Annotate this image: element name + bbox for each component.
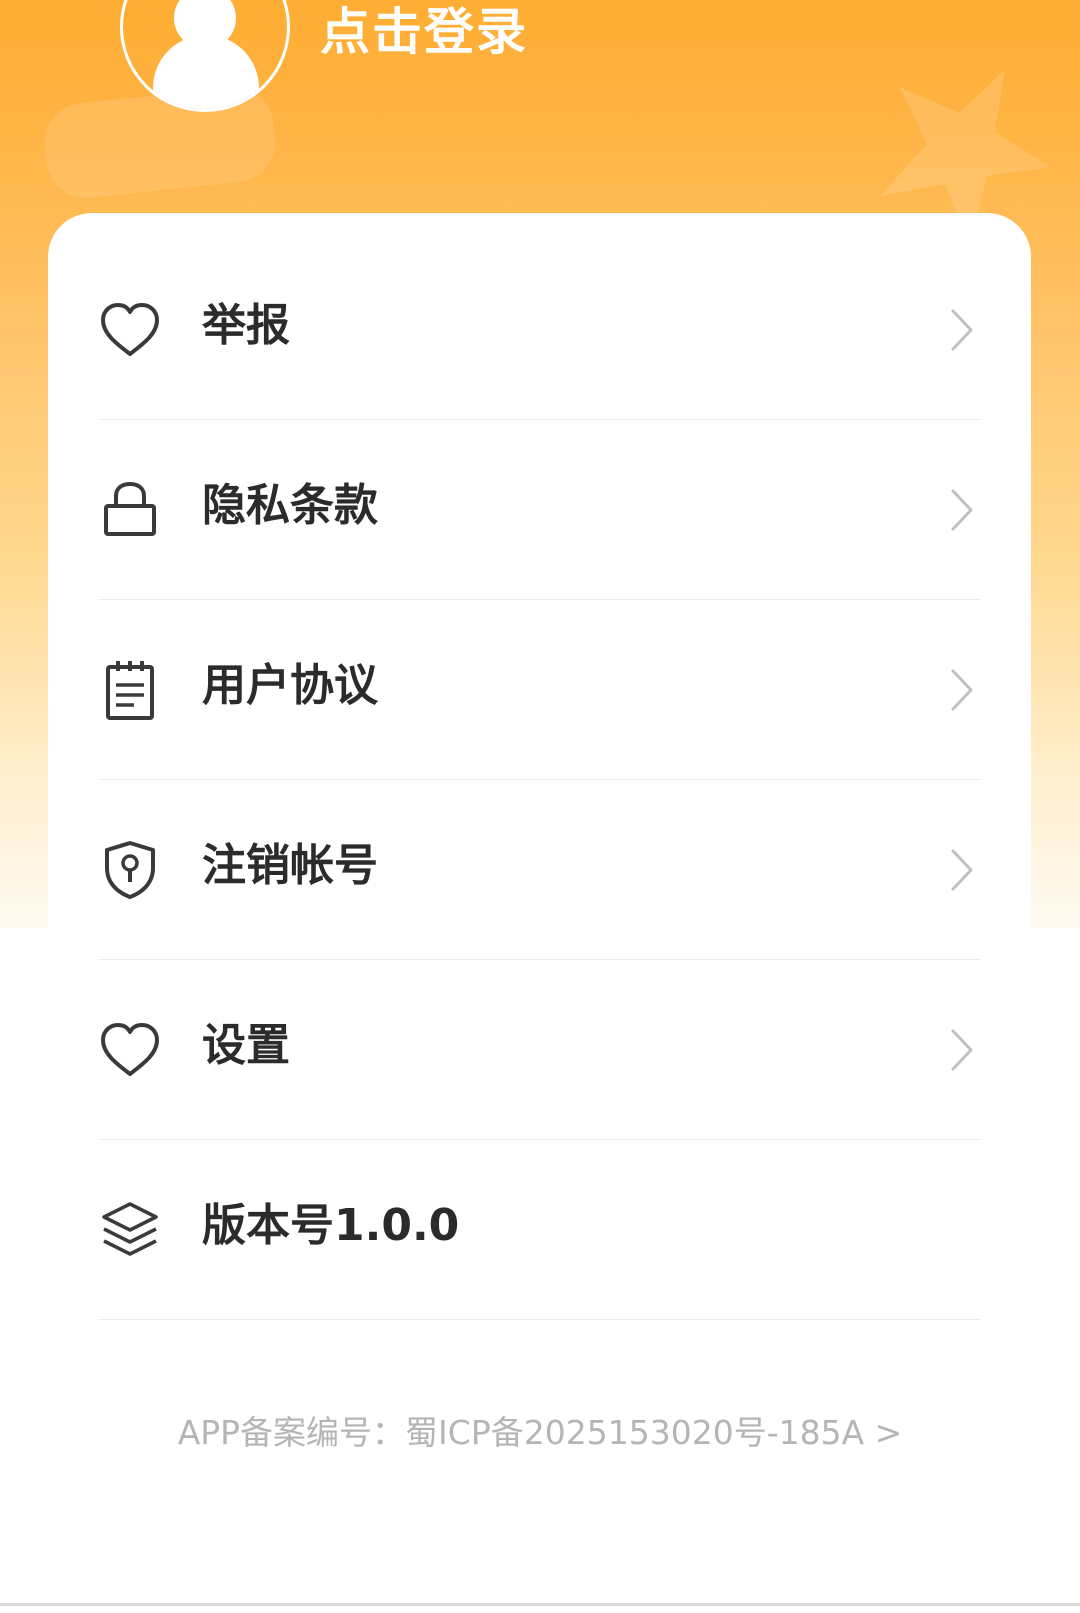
shield-icon <box>98 840 162 900</box>
menu-item-label: 注销帐号 <box>202 840 378 891</box>
menu-item-report[interactable]: 举报 <box>98 240 981 420</box>
menu-item-cancel-account[interactable]: 注销帐号 <box>98 780 981 960</box>
menu-item-version: 版本号1.0.0 <box>98 1140 981 1320</box>
menu-item-label: 设置 <box>202 1020 290 1071</box>
chevron-right-icon <box>951 1029 973 1071</box>
chevron-right-icon <box>951 669 973 711</box>
chevron-right-icon <box>951 849 973 891</box>
lock-icon <box>98 480 162 540</box>
icp-record-link[interactable]: APP备案编号：蜀ICP备2025153020号-185A > <box>0 1406 1080 1454</box>
avatar-body <box>153 35 259 109</box>
menu-item-label: 用户协议 <box>202 660 378 711</box>
login-button[interactable]: 点击登录 <box>320 2 528 62</box>
heart-icon <box>98 300 162 360</box>
menu-item-user-agreement[interactable]: 用户协议 <box>98 600 981 780</box>
chevron-right-icon <box>951 489 973 531</box>
menu-item-settings[interactable]: 设置 <box>98 960 981 1140</box>
version-label: 版本号1.0.0 <box>202 1200 460 1251</box>
bottom-divider <box>0 1603 1080 1606</box>
menu-item-label: 举报 <box>202 300 290 351</box>
menu-item-privacy[interactable]: 隐私条款 <box>98 420 981 600</box>
heart-icon <box>98 1020 162 1080</box>
menu-item-label: 隐私条款 <box>202 480 378 531</box>
layers-icon <box>98 1200 162 1260</box>
menu-list: 举报 隐私条款 用户协议 注销帐号 设置 版本号1.0.0 <box>98 240 981 1320</box>
chevron-right-icon <box>951 309 973 351</box>
document-icon <box>98 660 162 720</box>
